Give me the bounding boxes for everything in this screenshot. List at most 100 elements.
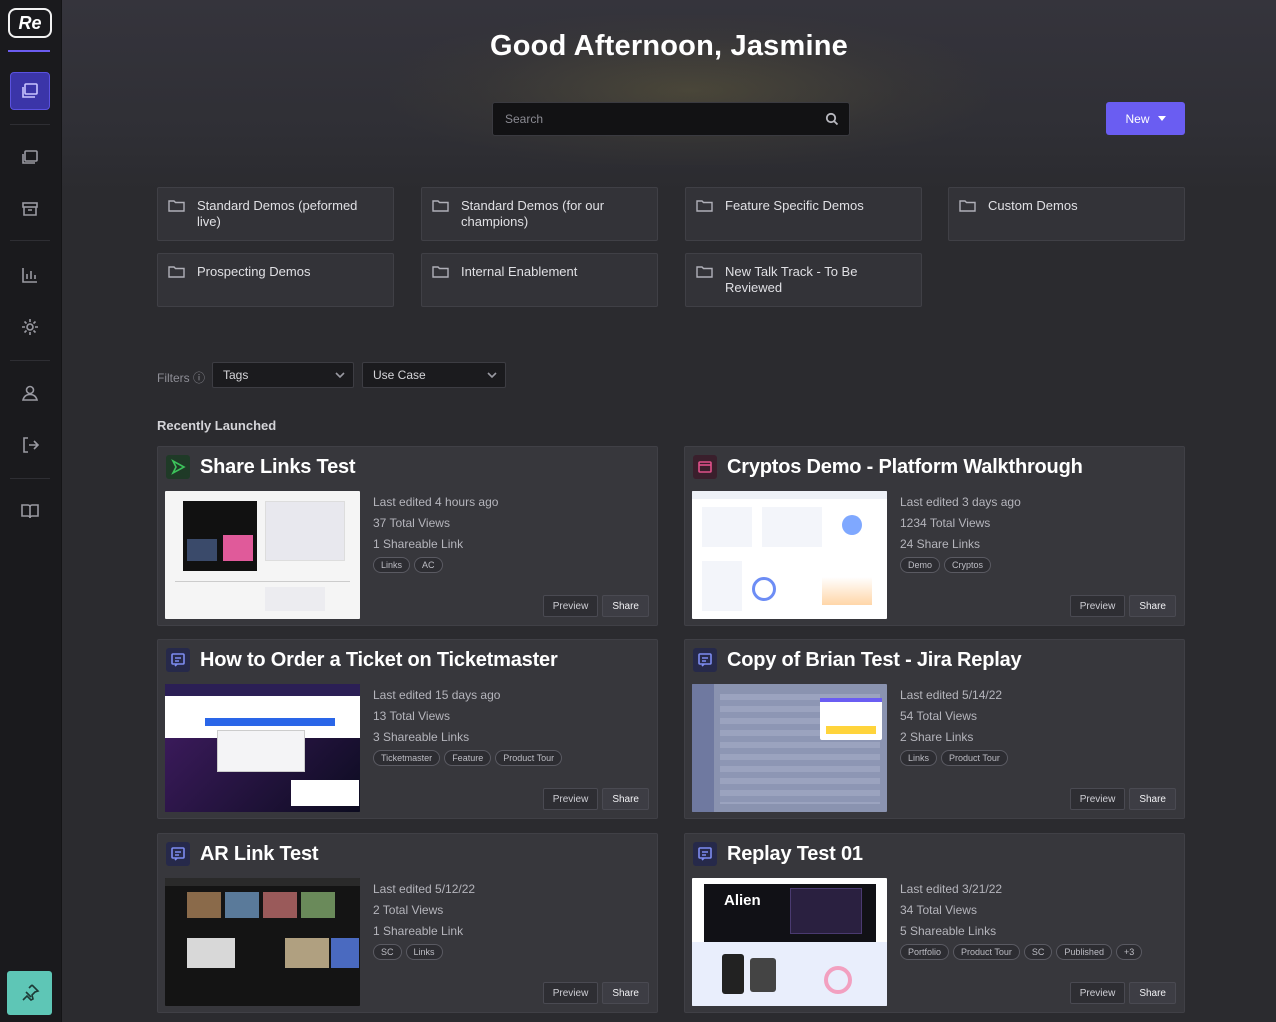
new-button[interactable]: New — [1106, 102, 1185, 135]
demo-card[interactable]: Replay Test 01 Alien Last edited 3/21/22… — [684, 833, 1185, 1013]
card-title[interactable]: How to Order a Ticket on Ticketmaster — [200, 649, 558, 672]
demo-card[interactable]: Cryptos Demo - Platform Walkthrough Last… — [684, 446, 1185, 626]
demo-card[interactable]: AR Link Test Last edited 5/12/22 2 Total… — [157, 833, 658, 1013]
folder-card[interactable]: Prospecting Demos — [157, 253, 394, 307]
folder-card[interactable]: Custom Demos — [948, 187, 1185, 241]
share-links: 1 Shareable Link — [373, 924, 464, 938]
preview-button[interactable]: Preview — [542, 788, 599, 810]
card-thumbnail[interactable] — [165, 491, 360, 619]
share-button[interactable]: Share — [1129, 788, 1176, 810]
tag[interactable]: Links — [373, 557, 411, 573]
share-button[interactable]: Share — [1129, 982, 1176, 1004]
thumb-block — [331, 938, 359, 968]
tag[interactable]: SC — [1023, 944, 1053, 960]
card-title[interactable]: Share Links Test — [200, 456, 356, 479]
share-links: 24 Share Links — [900, 537, 981, 551]
tag[interactable]: Published — [1056, 944, 1112, 960]
chevron-down-icon — [487, 372, 497, 379]
last-edited: Last edited 3/21/22 — [900, 882, 1003, 896]
tag[interactable]: +3 — [1115, 944, 1143, 960]
sidebar-item-docs[interactable] — [10, 492, 50, 530]
window-icon — [693, 455, 717, 479]
thumb-block — [301, 892, 335, 918]
thumb-block — [165, 878, 360, 886]
folder-card[interactable]: New Talk Track - To Be Reviewed — [685, 253, 922, 307]
folder-card[interactable]: Standard Demos (for our champions) — [421, 187, 658, 241]
preview-button[interactable]: Preview — [1069, 788, 1126, 810]
pin-icon — [21, 984, 39, 1001]
folder-card[interactable]: Standard Demos (peformed live) — [157, 187, 394, 241]
thumb-block — [826, 726, 876, 734]
chat-icon — [166, 842, 190, 866]
folder-card[interactable]: Internal Enablement — [421, 253, 658, 307]
sidebar-divider — [10, 360, 50, 361]
demo-card[interactable]: Copy of Brian Test - Jira Replay Last ed… — [684, 639, 1185, 819]
folder-label: Custom Demos — [988, 198, 1078, 213]
tag[interactable]: Ticketmaster — [373, 750, 441, 766]
app-logo[interactable]: Re — [8, 8, 52, 38]
share-button[interactable]: Share — [602, 595, 649, 617]
last-edited: Last edited 5/12/22 — [373, 882, 476, 896]
tag[interactable]: Links — [405, 944, 443, 960]
share-button[interactable]: Share — [1129, 595, 1176, 617]
tag[interactable]: Demo — [900, 557, 941, 573]
thumb-block — [752, 577, 776, 601]
chat-icon — [693, 648, 717, 672]
pin-button[interactable] — [7, 971, 52, 1015]
tag[interactable]: Portfolio — [900, 944, 950, 960]
card-thumbnail[interactable]: Alien — [692, 878, 887, 1006]
sidebar-item-archive[interactable] — [10, 190, 50, 228]
preview-button[interactable]: Preview — [542, 982, 599, 1004]
tag[interactable]: Feature — [444, 750, 492, 766]
tag[interactable]: Product Tour — [953, 944, 1020, 960]
tags-filter-select[interactable]: Tags — [212, 362, 354, 388]
tag[interactable]: AC — [414, 557, 443, 573]
share-button[interactable]: Share — [602, 788, 649, 810]
card-thumbnail[interactable] — [165, 878, 360, 1006]
sidebar-item-settings[interactable] — [10, 308, 50, 346]
tag-list: Ticketmaster Feature Product Tour — [373, 750, 563, 766]
thumb-block — [187, 938, 235, 968]
chevron-down-icon — [335, 372, 345, 379]
tag[interactable]: Product Tour — [495, 750, 563, 766]
card-thumbnail[interactable] — [165, 684, 360, 812]
sidebar-item-library[interactable] — [10, 138, 50, 176]
last-edited: Last edited 5/14/22 — [900, 688, 1003, 702]
card-actions: Preview Share — [1069, 982, 1176, 1004]
folder-label: Standard Demos (peformed live) — [197, 198, 358, 229]
share-button[interactable]: Share — [602, 982, 649, 1004]
total-views: 1234 Total Views — [900, 516, 991, 530]
sidebar-item-user[interactable] — [10, 374, 50, 412]
preview-button[interactable]: Preview — [1069, 982, 1126, 1004]
tag[interactable]: Product Tour — [941, 750, 1008, 766]
search-input[interactable] — [505, 112, 825, 126]
search-bar — [492, 102, 850, 136]
info-icon: ⓘ — [193, 371, 206, 385]
card-thumbnail[interactable] — [692, 684, 887, 812]
tag[interactable]: Cryptos — [944, 557, 992, 573]
preview-button[interactable]: Preview — [542, 595, 599, 617]
card-meta: Last edited 5/14/22 54 Total Views 2 Sha… — [900, 685, 1002, 748]
tag-list: Portfolio Product Tour SC Published +3 — [900, 944, 1143, 960]
preview-button[interactable]: Preview — [1069, 595, 1126, 617]
tag[interactable]: SC — [373, 944, 402, 960]
card-thumbnail[interactable] — [692, 491, 887, 619]
card-title[interactable]: Replay Test 01 — [727, 843, 863, 866]
card-title[interactable]: Cryptos Demo - Platform Walkthrough — [727, 456, 1083, 479]
folder-label: New Talk Track - To Be Reviewed — [725, 264, 858, 295]
demo-card[interactable]: Share Links Test Last edited 4 hours ago… — [157, 446, 658, 626]
demo-card[interactable]: How to Order a Ticket on Ticketmaster La… — [157, 639, 658, 819]
tag-list: SC Links — [373, 944, 443, 960]
folder-icon — [168, 266, 185, 278]
sidebar-item-logout[interactable] — [10, 426, 50, 464]
card-title[interactable]: Copy of Brian Test - Jira Replay — [727, 649, 1022, 672]
card-title[interactable]: AR Link Test — [200, 843, 319, 866]
sidebar-item-analytics[interactable] — [10, 256, 50, 294]
tag[interactable]: Links — [900, 750, 938, 766]
search-icon[interactable] — [825, 112, 839, 126]
card-header: How to Order a Ticket on Ticketmaster — [166, 648, 558, 672]
usecase-filter-select[interactable]: Use Case — [362, 362, 506, 388]
folder-label: Internal Enablement — [461, 264, 578, 279]
sidebar-item-demos[interactable] — [10, 72, 50, 110]
folder-card[interactable]: Feature Specific Demos — [685, 187, 922, 241]
